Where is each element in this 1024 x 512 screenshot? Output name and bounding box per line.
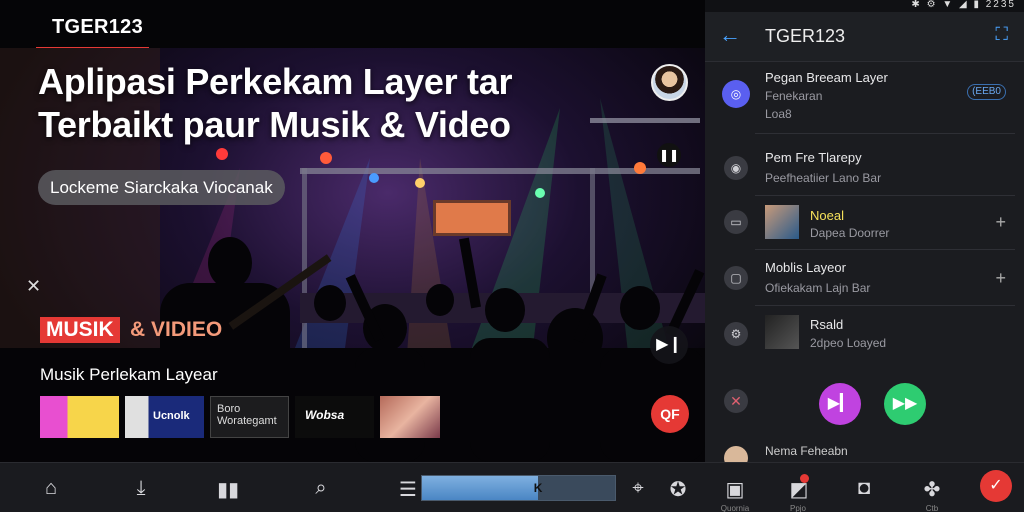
thumbnail-1[interactable] [40, 396, 119, 438]
list-item-subtitle: Peefheatiier Lano Bar [765, 171, 882, 185]
list-item-meta: Loa8 [765, 107, 792, 121]
search-icon[interactable]: ⌕ [307, 477, 335, 500]
list-item-title: Pegan Breeam Layer [765, 70, 888, 85]
home-icon[interactable]: ⌂ [37, 477, 65, 500]
thumbnail-strip: Ucnolk Boro Worategamt Wobsa [40, 396, 440, 438]
list-item-subtitle: Ofiekakam Lajn Bar [765, 281, 871, 295]
divider [755, 195, 1015, 196]
list-item-title: Pem Fre Tlarepy [765, 150, 862, 165]
menu-icon[interactable]: ☰ [394, 477, 422, 502]
record-button[interactable]: QF [651, 395, 689, 433]
list-item-title: Moblis Layeor [765, 260, 846, 275]
divider [755, 305, 1015, 306]
clover-icon[interactable]: ✤ [918, 477, 946, 502]
musik-badge-suffix: & VIDIEO [130, 318, 223, 341]
location-icon[interactable]: ⌖ [624, 477, 652, 500]
nav-label: Ppjo [789, 504, 806, 512]
notification-badge [800, 474, 809, 483]
avatar [724, 446, 748, 462]
play-purple-button[interactable]: ▶▎ [819, 383, 861, 425]
square-icon[interactable]: ◘ [850, 477, 878, 500]
dismiss-icon[interactable]: ✕ [724, 389, 748, 413]
video-icon[interactable]: ▣ [721, 477, 749, 502]
list-item-thumbnail [765, 205, 799, 239]
download-icon[interactable]: ⤓ [127, 477, 155, 500]
list-item-subtitle: Dapea Doorrer [810, 226, 890, 240]
close-button[interactable]: ✓ [980, 470, 1012, 502]
progress-bar[interactable]: K [421, 475, 616, 501]
pause-icon[interactable]: ❚❚ [657, 143, 681, 167]
circle-icon: ◉ [724, 156, 748, 180]
thumbnail-2[interactable]: Ucnolk [125, 396, 204, 438]
nav-label: Quornia [720, 504, 750, 512]
brand-title: TGER123 [52, 16, 144, 38]
list-item-title: Noeal [810, 208, 844, 223]
app-icon: ◎ [722, 80, 750, 108]
divider [755, 133, 1015, 134]
hero-section: TGER123 Aplipasi Perkekam Layer tar Terb… [0, 0, 705, 462]
side-panel: ✱ ⚙ ▼ ◢ ▮ 2235 ← TGER123 ⛶ ◎ Pegan Breea… [705, 0, 1024, 462]
divider [755, 249, 1015, 250]
fullscreen-icon[interactable]: ⛶ [995, 24, 1008, 45]
add-icon[interactable]: + [995, 212, 1006, 233]
list-item-subtitle: Fenekaran [765, 89, 823, 103]
settings-icon: ⚙ [724, 322, 748, 346]
thumbnail-3[interactable]: Boro Worategamt [210, 396, 289, 438]
musik-badge: MUSIK [40, 317, 120, 343]
profile-avatar[interactable] [651, 64, 688, 101]
progress-handle[interactable]: K [534, 481, 543, 495]
section-title: Musik Perlekam Layear [40, 365, 218, 384]
thumbnail-5[interactable] [380, 396, 440, 438]
bottom-toolbar: ⌂ ⤓ ▮▮ ⌕ ☰ K ⌖ ✪ ▣ Quornia ◩ Ppjo ◘ ✤ Ct… [0, 462, 1024, 512]
progress-fill [422, 476, 538, 500]
thumbnail-4[interactable]: Wobsa [295, 396, 374, 438]
list-item-thumbnail [765, 315, 799, 349]
status-badge: (EEB0 [967, 84, 1006, 100]
panel-header: ← TGER123 ⛶ [705, 12, 1024, 62]
back-arrow-icon[interactable]: ← [719, 22, 741, 48]
monitor-icon: ▭ [724, 210, 748, 234]
hero-headline: Aplipasi Perkekam Layer tar Terbaikt pau… [38, 61, 513, 145]
subtitle-pill[interactable]: Lockeme Siarckaka Viocanak [38, 170, 285, 205]
chat-bubble-icon[interactable]: ◩ [785, 477, 813, 502]
library-icon[interactable]: ▮▮ [214, 477, 242, 502]
partial-list-name: Nema Feheabn [765, 444, 848, 458]
status-bar: ✱ ⚙ ▼ ◢ ▮ 2235 [705, 0, 1024, 12]
status-icons: ✱ ⚙ ▼ ◢ ▮ 2235 [911, 0, 1016, 10]
share-icon[interactable]: ✪ [664, 477, 692, 502]
add-icon[interactable]: + [995, 268, 1006, 289]
chat-icon: ▢ [724, 266, 748, 290]
panel-title: TGER123 [765, 26, 846, 46]
fast-forward-button[interactable]: ▶▶ [884, 383, 926, 425]
list-item-title: Rsald [810, 317, 844, 332]
nav-label: Ctb [925, 504, 939, 512]
play-next-icon[interactable]: ▶❙ [650, 326, 688, 364]
list-item-subtitle: 2dpeo Loayed [810, 336, 887, 350]
close-icon[interactable]: ✕ [26, 276, 41, 297]
